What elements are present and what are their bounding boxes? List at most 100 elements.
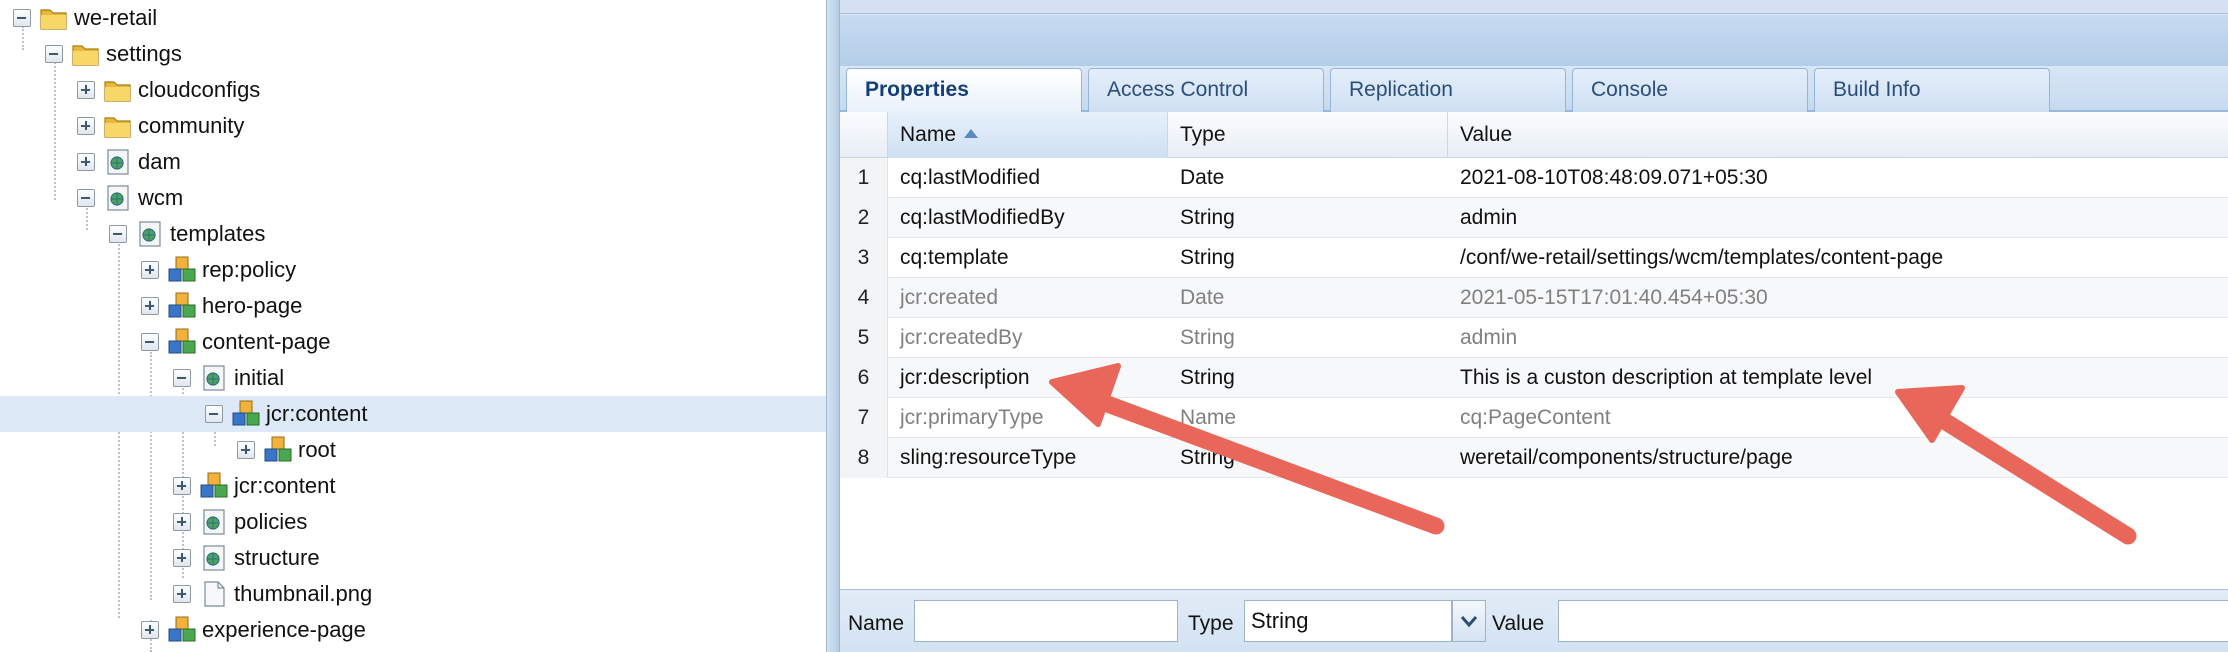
value-label: Value [1492,612,1545,635]
tab-properties[interactable]: Properties [846,68,1082,114]
property-value: /conf/we-retail/settings/wcm/templates/c… [1460,246,1944,269]
tree-node-rep-policy[interactable]: rep:policy [0,252,826,288]
property-type: String [1180,326,1235,349]
tree-node-label: jcr:content [266,401,368,426]
header-type[interactable]: Type [1168,112,1448,158]
node-cubes-icon [168,292,196,318]
tree-node-structure[interactable]: structure [0,540,826,576]
property-value: 2021-08-10T08:48:09.071+05:30 [1460,166,1768,189]
node-cubes-icon [200,472,228,498]
row-number: 6 [840,358,888,398]
row-number: 2 [840,198,888,238]
tree-node-jcr-content-selected[interactable]: jcr:content [0,396,826,432]
collapse-icon[interactable] [141,333,159,351]
tab-console[interactable]: Console [1572,68,1808,112]
property-name: cq:lastModifiedBy [900,206,1065,229]
expand-icon[interactable] [77,117,95,135]
table-row[interactable]: 6 jcr:description String This is a custo… [840,358,2228,398]
tree-node-label: cloudconfigs [138,77,261,102]
page-globe-icon [203,365,225,391]
type-select[interactable]: String [1244,600,1452,642]
table-row[interactable]: 4 jcr:created Date 2021-05-15T17:01:40.4… [840,278,2228,318]
tab-bar: Properties Access Control Replication Co… [840,66,2228,114]
header-name[interactable]: Name [888,112,1168,158]
tree-node-we-retail[interactable]: we-retail [0,0,826,36]
table-row[interactable]: 5 jcr:createdBy String admin [840,318,2228,358]
tree-node-policies[interactable]: policies [0,504,826,540]
expand-icon[interactable] [77,81,95,99]
properties-panel: Properties Access Control Replication Co… [840,0,2228,652]
tab-build-info[interactable]: Build Info [1814,68,2050,112]
tree-node-label: content-page [202,329,331,354]
expand-icon[interactable] [173,513,191,531]
tree-node-root[interactable]: root [0,432,826,468]
tree-node-community[interactable]: community [0,108,826,144]
tree-node-initial[interactable]: initial [0,360,826,396]
expand-icon[interactable] [237,441,255,459]
table-row[interactable]: 3 cq:template String /conf/we-retail/set… [840,238,2228,278]
property-type: String [1180,206,1235,229]
tab-replication[interactable]: Replication [1330,68,1566,112]
tree-node-label: experience-page [202,617,366,642]
tree-node-templates[interactable]: templates [0,216,826,252]
tree-node-settings[interactable]: settings [0,36,826,72]
tree-node-label: thumbnail.png [234,581,373,606]
property-value: cq:PageContent [1460,406,1611,429]
tree-node-wcm[interactable]: wcm [0,180,826,216]
tree-node-hero-page[interactable]: hero-page [0,288,826,324]
header-value[interactable]: Value [1448,112,2228,158]
node-cubes-icon [232,400,260,426]
property-type: Name [1180,406,1237,429]
add-property-bar: Name Type String Value [840,589,2228,652]
tab-access-control[interactable]: Access Control [1088,68,1324,112]
expand-icon[interactable] [77,153,95,171]
expand-icon[interactable] [141,297,159,315]
row-number: 5 [840,318,888,358]
property-name: cq:lastModified [900,166,1041,189]
node-cubes-icon [264,436,292,462]
collapse-icon[interactable] [173,369,191,387]
tree-node-experience-page[interactable]: experience-page [0,612,826,648]
expand-icon[interactable] [141,621,159,639]
collapse-icon[interactable] [109,225,127,243]
tree-node-dam[interactable]: dam [0,144,826,180]
property-type: String [1180,366,1235,389]
row-number: 8 [840,438,888,478]
expand-icon[interactable] [141,261,159,279]
table-row[interactable]: 7 jcr:primaryType Name cq:PageContent [840,398,2228,438]
folder-icon [72,45,99,66]
property-name: cq:template [900,246,1009,269]
tree-node-cloudconfigs[interactable]: cloudconfigs [0,72,826,108]
table-row[interactable]: 8 sling:resourceType String weretail/com… [840,438,2228,478]
grid-header: Name Type Value [840,112,2228,158]
table-row[interactable]: 1 cq:lastModified Date 2021-08-10T08:48:… [840,158,2228,198]
header-rownum [840,112,888,158]
row-number: 7 [840,398,888,438]
expand-icon[interactable] [173,585,191,603]
node-cubes-icon [168,256,196,282]
type-label: Type [1188,612,1234,635]
collapse-icon[interactable] [13,9,31,27]
property-value: This is a custon description at template… [1460,366,1873,389]
collapse-icon[interactable] [77,189,95,207]
name-input[interactable] [914,600,1178,642]
table-row[interactable]: 2 cq:lastModifiedBy String admin [840,198,2228,238]
tree-node-label: policies [234,509,308,534]
tree-node-jcr-content[interactable]: jcr:content [0,468,826,504]
expand-icon[interactable] [173,477,191,495]
type-dropdown-button[interactable] [1452,600,1486,642]
expand-icon[interactable] [173,549,191,567]
tree-node-thumbnail[interactable]: thumbnail.png [0,576,826,612]
tree-node-label: rep:policy [202,257,297,282]
row-number: 1 [840,158,888,198]
panel-splitter[interactable] [826,0,840,652]
value-input[interactable] [1558,600,2228,642]
tree-node-label: jcr:content [234,473,336,498]
chevron-down-icon [1460,616,1478,628]
collapse-icon[interactable] [45,45,63,63]
collapse-icon[interactable] [205,405,223,423]
property-name: jcr:description [900,366,1030,389]
tree-node-content-page[interactable]: content-page [0,324,826,360]
property-type: String [1180,446,1235,469]
node-cubes-icon [168,328,196,354]
